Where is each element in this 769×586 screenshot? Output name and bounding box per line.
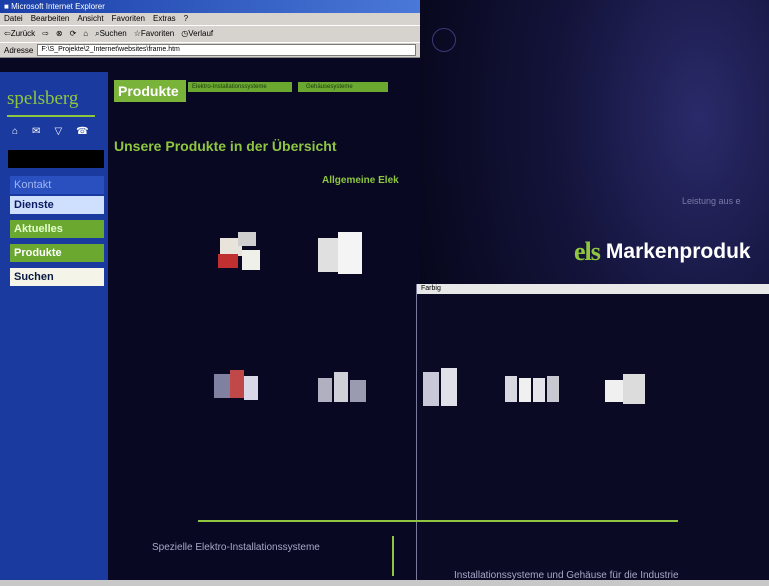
mail-icon[interactable]: ✉	[32, 126, 40, 137]
history-button[interactable]: ◷Verlauf	[181, 26, 213, 42]
back-arrow-icon: ⇦	[4, 29, 11, 38]
menu-bearbeiten[interactable]: Bearbeiten	[31, 13, 70, 25]
ie-logo-icon: ■	[4, 2, 12, 11]
product-image	[310, 222, 370, 274]
background-tagline: Leistung aus e	[682, 196, 741, 206]
popup-titlebar[interactable]: Farbig	[417, 284, 769, 294]
window-titlebar[interactable]: ■ Microsoft Internet Explorer	[0, 0, 420, 13]
product-image	[314, 364, 374, 414]
nav-icons: ⌂ ✉ ▽ ☎	[12, 126, 89, 137]
product-tile[interactable]	[310, 222, 370, 274]
product-tile[interactable]	[503, 366, 563, 416]
home-button[interactable]: ⌂	[83, 26, 88, 42]
tab-produkte[interactable]: Produkte	[114, 80, 186, 102]
product-image	[503, 366, 563, 416]
sitemap-icon[interactable]: ▽	[54, 126, 62, 137]
markenprodukte-banner: els Markenproduk	[574, 237, 751, 267]
popup-title: Farbig	[421, 285, 441, 292]
refresh-button[interactable]: ⟳	[70, 26, 77, 42]
ie-window: ■ Microsoft Internet Explorer Datei Bear…	[0, 0, 420, 586]
status-bar	[0, 580, 769, 586]
nav-dienste[interactable]: Dienste	[10, 196, 104, 214]
menu-extras[interactable]: Extras	[153, 13, 176, 25]
tab-elektro-installationssysteme[interactable]: Elektro-Installationssysteme	[188, 82, 292, 92]
menu-help[interactable]: ?	[184, 13, 188, 25]
page-title: Unsere Produkte in der Übersicht	[114, 138, 337, 154]
product-image	[210, 228, 270, 278]
address-bar: Adresse F:\S_Projekte\2_Internet\website…	[0, 42, 420, 58]
farbig-popup-window: Farbig	[416, 284, 769, 580]
footer-vertical-divider	[392, 536, 394, 576]
nav-aktuelles[interactable]: Aktuelles	[10, 220, 104, 238]
spelsberg-logo[interactable]: spelsberg	[7, 88, 78, 110]
tab-gehaeusesysteme[interactable]: Gehäusesysteme	[298, 82, 388, 92]
product-tile[interactable]	[601, 370, 661, 420]
brand-underline	[7, 115, 95, 117]
home-icon[interactable]: ⌂	[12, 126, 18, 137]
product-tile[interactable]	[208, 362, 268, 412]
product-image	[601, 370, 661, 420]
background-logo-icon	[432, 28, 456, 52]
footer-divider	[198, 520, 678, 522]
address-input[interactable]: F:\S_Projekte\2_Internet\websites\frame.…	[37, 44, 416, 56]
phone-icon[interactable]: ☎	[76, 126, 88, 137]
footer-link-elektro[interactable]: Spezielle Elektro-Installationssysteme	[152, 542, 320, 553]
toolbar: ⇦Zurück ⇨ ⊗ ⟳ ⌂ ⌕Suchen ☆Favoriten ◷Verl…	[0, 25, 420, 42]
product-tile[interactable]	[421, 364, 481, 414]
sidebar: spelsberg ⌂ ✉ ▽ ☎ Kontakt Dienste Aktuel…	[0, 72, 108, 586]
star-icon: ☆	[133, 29, 141, 38]
product-tile[interactable]	[210, 228, 270, 278]
markenprodukte-title: Markenproduk	[605, 240, 751, 263]
back-button[interactable]: ⇦Zurück	[4, 26, 35, 42]
product-image	[208, 362, 268, 412]
page-content: spelsberg ⌂ ✉ ▽ ☎ Kontakt Dienste Aktuel…	[0, 72, 420, 586]
category-heading: Allgemeine Elek	[322, 175, 399, 186]
nav-suchen[interactable]: Suchen	[10, 268, 104, 286]
address-label: Adresse	[4, 45, 34, 55]
forward-button[interactable]: ⇨	[42, 26, 49, 42]
menu-datei[interactable]: Datei	[4, 13, 23, 25]
favorites-button[interactable]: ☆Favoriten	[134, 26, 175, 42]
menu-favoriten[interactable]: Favoriten	[112, 13, 145, 25]
nav-kontakt[interactable]: Kontakt	[10, 176, 104, 194]
menu-bar: Datei Bearbeiten Ansicht Favoriten Extra…	[0, 13, 420, 25]
main-area: Produkte Elektro-Installationssysteme Ge…	[108, 72, 420, 586]
search-box[interactable]	[8, 150, 104, 168]
nav-produkte[interactable]: Produkte	[10, 244, 104, 262]
stop-button[interactable]: ⊗	[56, 26, 63, 42]
window-title: Microsoft Internet Explorer	[11, 2, 105, 11]
menu-ansicht[interactable]: Ansicht	[77, 13, 103, 25]
search-button[interactable]: ⌕Suchen	[95, 26, 127, 42]
product-tile[interactable]	[314, 364, 374, 414]
product-image	[421, 364, 481, 414]
els-logo: els	[574, 237, 601, 266]
